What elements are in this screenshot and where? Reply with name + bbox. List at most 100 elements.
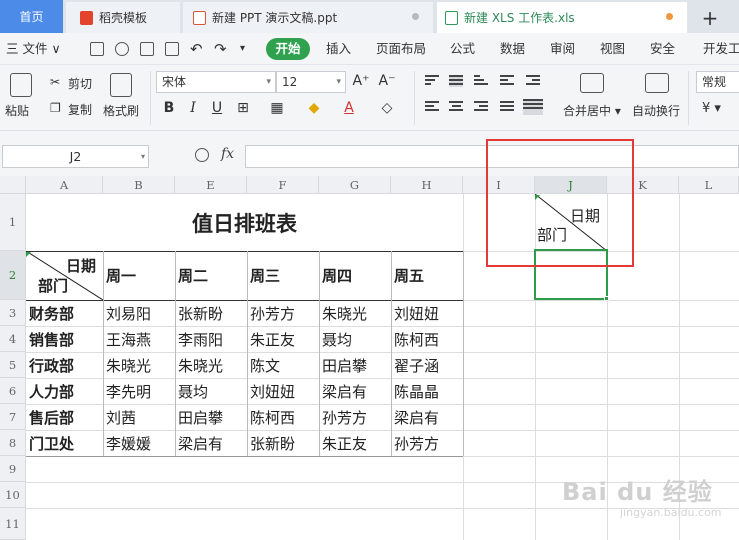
column-header[interactable]: A [26, 176, 103, 194]
format-painter-icon[interactable] [110, 73, 132, 97]
schedule-cell[interactable]: 李先明 [103, 378, 151, 404]
paste-icon[interactable] [10, 73, 32, 97]
number-format-select[interactable]: 常规 [696, 71, 739, 93]
menu-developer[interactable]: 开发工 [703, 33, 739, 65]
schedule-cell[interactable]: 朱晓光 [103, 352, 151, 378]
merge-center-button[interactable]: 合并居中 ▾ [563, 102, 621, 119]
day-header[interactable]: 周三 [247, 251, 280, 300]
italic-icon[interactable]: I [184, 100, 202, 116]
wrap-text-button[interactable]: 自动换行 [632, 102, 680, 119]
schedule-cell[interactable]: 张新盼 [247, 430, 295, 456]
merge-border-icon[interactable]: ▦ [268, 100, 286, 116]
copy-button[interactable]: 复制 [68, 101, 92, 118]
menu-start[interactable]: 开始 [266, 38, 310, 60]
fill-color-icon[interactable]: ◆ [305, 100, 323, 116]
zoom-icon[interactable] [195, 148, 209, 162]
align-right-icon[interactable] [474, 101, 488, 113]
menu-review[interactable]: 审阅 [550, 33, 575, 65]
schedule-cell[interactable]: 刘妞妞 [247, 378, 295, 404]
tab-xls-document[interactable]: 新建 XLS 工作表.xls [437, 2, 687, 33]
indent-decrease-icon[interactable] [500, 75, 514, 87]
column-header[interactable]: G [319, 176, 391, 194]
indent-increase-icon[interactable] [526, 75, 540, 87]
schedule-cell[interactable]: 李雨阳 [175, 326, 223, 352]
font-color-icon[interactable]: A [340, 100, 358, 116]
menu-formula[interactable]: 公式 [450, 33, 475, 65]
customize-chevron-icon[interactable]: ▾ [240, 33, 245, 65]
sheet-title[interactable]: 值日排班表 [26, 195, 463, 251]
schedule-cell[interactable]: 孙芳方 [247, 300, 295, 326]
print-preview-icon[interactable] [165, 42, 179, 56]
export-icon[interactable] [115, 42, 129, 56]
schedule-cell[interactable]: 田启攀 [175, 404, 223, 430]
undo-icon[interactable]: ↶ [190, 33, 203, 65]
schedule-cell[interactable]: 朱正友 [319, 430, 367, 456]
header-date-label[interactable]: 日期 [66, 255, 96, 276]
dept-cell[interactable]: 销售部 [26, 326, 74, 352]
dept-cell[interactable]: 人力部 [26, 378, 74, 404]
align-bottom-icon[interactable] [474, 75, 488, 87]
copy-icon[interactable]: ❐ [50, 101, 61, 115]
tab-home[interactable]: 首页 [0, 0, 63, 33]
print-icon[interactable] [140, 42, 154, 56]
align-middle-icon[interactable] [449, 75, 463, 87]
dept-cell[interactable]: 行政部 [26, 352, 74, 378]
schedule-cell[interactable]: 朱晓光 [319, 300, 367, 326]
redo-icon[interactable]: ↷ [214, 33, 227, 65]
row-header[interactable]: 8 [0, 430, 26, 456]
cut-button[interactable]: 剪切 [68, 75, 92, 92]
dept-cell[interactable]: 售后部 [26, 404, 74, 430]
schedule-cell[interactable]: 梁启有 [391, 404, 439, 430]
merge-center-icon[interactable] [580, 73, 604, 93]
dept-cell[interactable]: 门卫处 [26, 430, 74, 456]
wrap-text-icon[interactable] [645, 73, 669, 93]
schedule-cell[interactable]: 朱晓光 [175, 352, 223, 378]
schedule-cell[interactable]: 张新盼 [175, 300, 223, 326]
fill-handle[interactable] [604, 296, 609, 301]
increase-font-icon[interactable]: A⁺ [352, 73, 370, 89]
schedule-cell[interactable]: 朱正友 [247, 326, 295, 352]
schedule-cell[interactable]: 李媛媛 [103, 430, 151, 456]
tab-ppt-document[interactable]: 新建 PPT 演示文稿.ppt [183, 2, 433, 33]
schedule-cell[interactable]: 王海燕 [103, 326, 151, 352]
row-header[interactable]: 11 [0, 508, 26, 540]
align-left-icon[interactable] [425, 101, 439, 113]
format-painter-button[interactable]: 格式刷 [103, 102, 139, 119]
schedule-cell[interactable]: 孙芳方 [391, 430, 439, 456]
paste-button[interactable]: 粘贴 [5, 102, 29, 119]
menu-page-layout[interactable]: 页面布局 [376, 33, 426, 65]
eraser-icon[interactable]: ◇ [378, 100, 396, 116]
column-header[interactable]: L [679, 176, 739, 194]
day-header[interactable]: 周四 [319, 251, 352, 300]
schedule-cell[interactable]: 聂均 [319, 326, 352, 352]
row-header[interactable]: 5 [0, 352, 26, 378]
align-center-icon[interactable] [449, 101, 463, 113]
schedule-cell[interactable]: 翟子涵 [391, 352, 439, 378]
schedule-cell[interactable]: 陈柯西 [247, 404, 295, 430]
column-header[interactable]: F [247, 176, 319, 194]
day-header[interactable]: 周二 [175, 251, 208, 300]
menu-security[interactable]: 安全 [650, 33, 675, 65]
day-header[interactable]: 周五 [391, 251, 424, 300]
column-header[interactable]: E [175, 176, 247, 194]
decrease-font-icon[interactable]: A⁻ [378, 73, 396, 89]
menu-file[interactable]: 三 文件 ∨ [6, 33, 61, 65]
column-header[interactable]: H [391, 176, 463, 194]
spreadsheet-grid[interactable]: A B E F G H I J K L 1 2 3 4 5 6 7 8 9 10… [0, 139, 739, 540]
font-name-select[interactable]: 宋体 ▾ [156, 71, 276, 93]
save-icon[interactable] [90, 42, 104, 56]
schedule-cell[interactable]: 聂均 [175, 378, 208, 404]
row-header[interactable]: 7 [0, 404, 26, 430]
justify-icon[interactable] [500, 101, 514, 113]
schedule-cell[interactable]: 田启攀 [319, 352, 367, 378]
schedule-cell[interactable]: 刘妞妞 [391, 300, 439, 326]
row-header[interactable]: 3 [0, 300, 26, 326]
row-header[interactable]: 1 [0, 194, 26, 251]
schedule-cell[interactable]: 刘易阳 [103, 300, 151, 326]
currency-icon[interactable]: ¥ ▾ [702, 101, 721, 116]
border-icon[interactable]: ⊞ [234, 100, 252, 116]
row-header[interactable]: 10 [0, 482, 26, 508]
font-size-select[interactable]: 12 ▾ [276, 71, 346, 93]
row-header[interactable]: 6 [0, 378, 26, 404]
schedule-cell[interactable]: 梁启有 [175, 430, 223, 456]
